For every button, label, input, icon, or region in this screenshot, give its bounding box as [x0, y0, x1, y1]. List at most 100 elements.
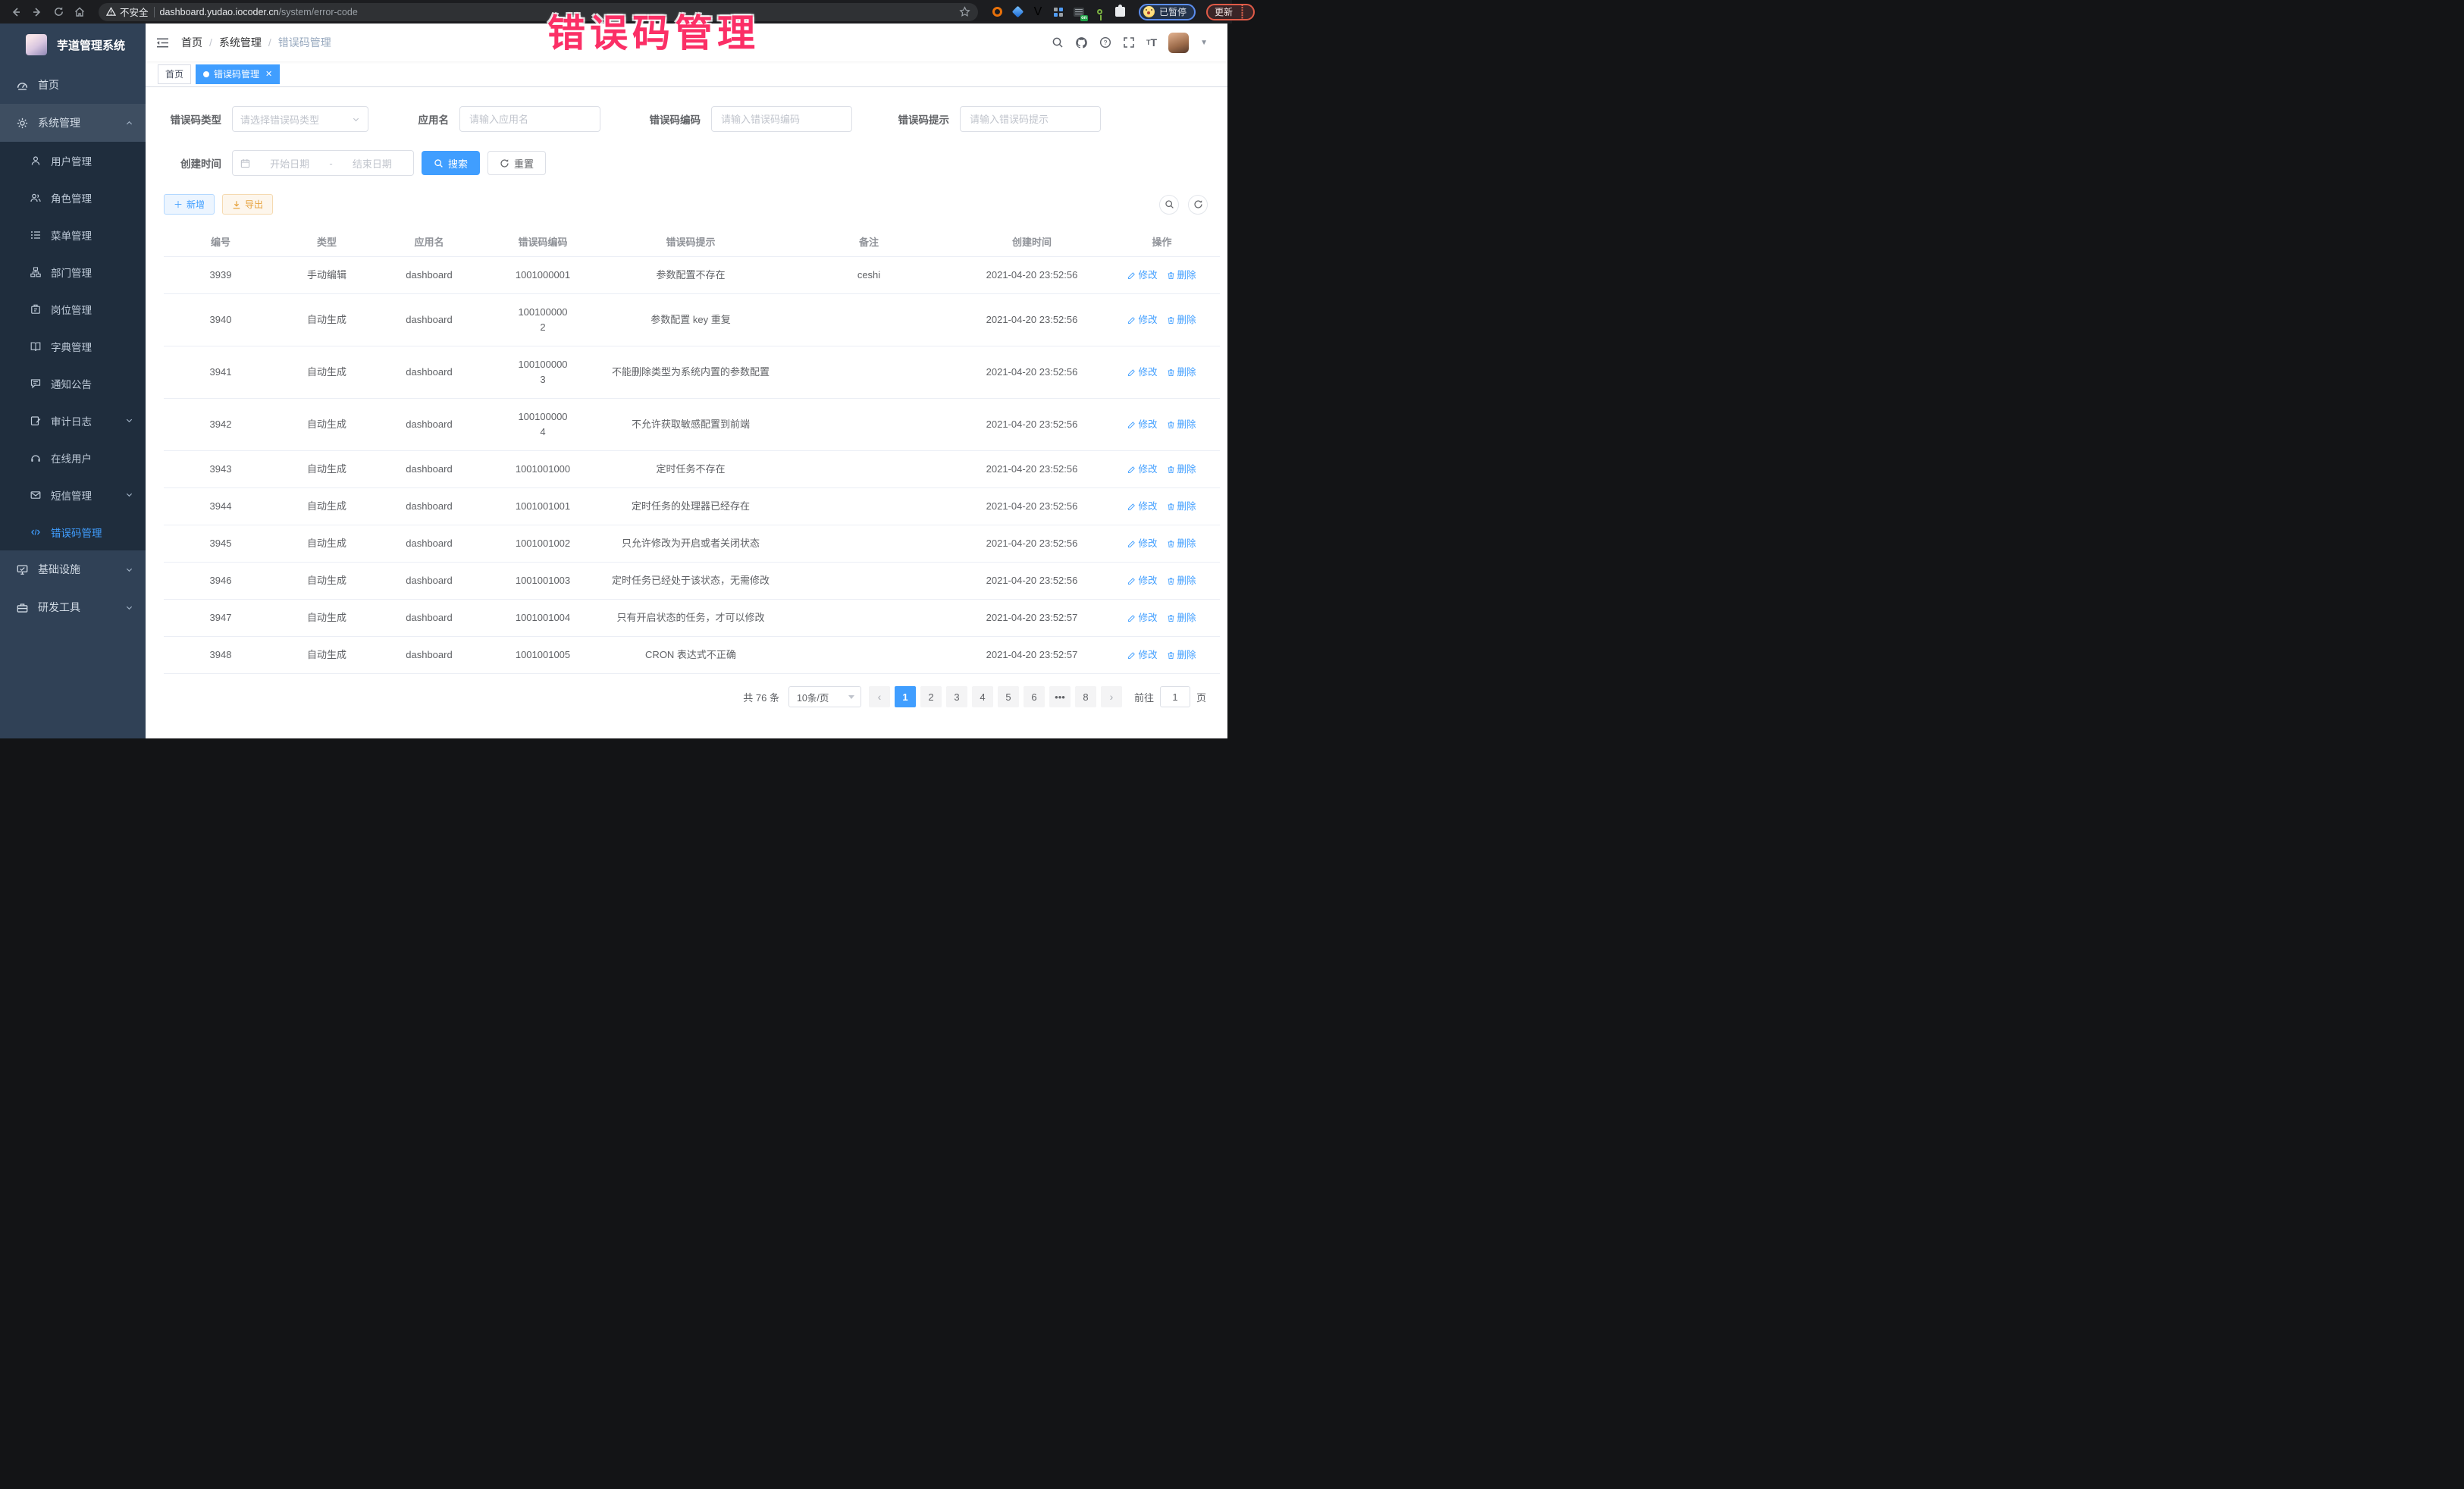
header-search-icon[interactable]	[1052, 36, 1064, 49]
pencil-icon	[1127, 271, 1136, 280]
show-search-icon-button[interactable]	[1159, 195, 1179, 215]
tag-error-code[interactable]: 错误码管理 ✕	[196, 64, 280, 84]
delete-link[interactable]: 删除	[1167, 573, 1196, 588]
user-avatar[interactable]	[1168, 33, 1189, 53]
edit-link[interactable]: 修改	[1127, 462, 1157, 477]
extension-grid-icon[interactable]	[1052, 5, 1065, 19]
sidebar-item-notices[interactable]: 通知公告	[0, 365, 146, 402]
page-size-select[interactable]: 10条/页	[788, 686, 861, 707]
profile-paused-badge[interactable]: 已暂停	[1139, 4, 1196, 20]
bookmark-star-icon[interactable]	[959, 6, 970, 17]
breadcrumb-home[interactable]: 首页	[181, 35, 202, 50]
sidebar-item-online-users[interactable]: 在线用户	[0, 439, 146, 476]
error-code-input[interactable]	[721, 114, 842, 125]
date-start-placeholder[interactable]: 开始日期	[256, 156, 323, 171]
sidebar-item-system[interactable]: 系统管理	[0, 104, 146, 142]
edit-link[interactable]: 修改	[1127, 573, 1157, 588]
sidebar-item-posts[interactable]: 岗位管理	[0, 290, 146, 328]
sidebar-item-home[interactable]: 首页	[0, 66, 146, 104]
cell-time: 2021-04-20 23:52:57	[960, 637, 1104, 673]
edit-link[interactable]: 修改	[1127, 365, 1157, 380]
cell-time: 2021-04-20 23:52:56	[960, 451, 1104, 487]
goto-page-input[interactable]	[1160, 686, 1190, 707]
page-button[interactable]: •••	[1049, 686, 1071, 707]
sidebar-item-sms[interactable]: 短信管理	[0, 476, 146, 513]
fullscreen-icon[interactable]	[1123, 36, 1135, 49]
edit-link[interactable]: 修改	[1127, 312, 1157, 328]
page-button[interactable]: 2	[920, 686, 942, 707]
not-secure-warning[interactable]: 不安全	[106, 5, 149, 19]
page-button[interactable]: 4	[972, 686, 993, 707]
edit-link[interactable]: 修改	[1127, 610, 1157, 625]
date-end-placeholder[interactable]: 结束日期	[339, 156, 406, 171]
edit-link[interactable]: 修改	[1127, 499, 1157, 514]
delete-link[interactable]: 删除	[1167, 536, 1196, 551]
breadcrumb-system[interactable]: 系统管理	[219, 35, 262, 50]
extension-list-icon[interactable]: on	[1072, 5, 1086, 19]
sidebar-item-dev-tools[interactable]: 研发工具	[0, 588, 146, 626]
cell-type: 自动生成	[277, 563, 376, 599]
extensions-puzzle-icon[interactable]	[1113, 5, 1127, 19]
help-icon[interactable]: ?	[1099, 36, 1111, 49]
font-size-icon[interactable]: TT	[1146, 37, 1157, 48]
address-bar[interactable]: 不安全 dashboard.yudao.iocoder.cn/system/er…	[99, 3, 978, 21]
caret-down-icon[interactable]: ▼	[1200, 39, 1208, 47]
sidebar-item-dictionary[interactable]: 字典管理	[0, 328, 146, 365]
prev-page-button[interactable]: ‹	[869, 686, 890, 707]
edit-link[interactable]: 修改	[1127, 417, 1157, 432]
export-button[interactable]: 导出	[222, 194, 273, 215]
delete-link[interactable]: 删除	[1167, 312, 1196, 328]
sidebar-item-departments[interactable]: 部门管理	[0, 253, 146, 290]
app-name-input[interactable]	[469, 114, 591, 125]
cell-remark	[778, 414, 960, 435]
sidebar-item-menus[interactable]: 菜单管理	[0, 216, 146, 253]
sidebar-item-infrastructure[interactable]: 基础设施	[0, 550, 146, 588]
page-button[interactable]: 3	[946, 686, 967, 707]
edit-link[interactable]: 修改	[1127, 268, 1157, 283]
page-button[interactable]: 5	[998, 686, 1019, 707]
delete-link[interactable]: 删除	[1167, 610, 1196, 625]
extension-orange-icon[interactable]	[990, 5, 1004, 19]
delete-link[interactable]: 删除	[1167, 647, 1196, 663]
delete-link[interactable]: 删除	[1167, 268, 1196, 283]
back-icon[interactable]	[8, 4, 24, 20]
next-page-button[interactable]: ›	[1101, 686, 1122, 707]
search-button[interactable]: 搜索	[422, 151, 480, 175]
delete-link[interactable]: 删除	[1167, 417, 1196, 432]
reload-icon[interactable]	[50, 4, 67, 20]
error-type-select[interactable]: 请选择错误码类型	[232, 106, 368, 132]
add-button[interactable]: ＋新增	[164, 194, 215, 215]
extension-gem-icon[interactable]	[1011, 5, 1024, 19]
sidebar-toggle-icon[interactable]	[156, 37, 169, 49]
vue-devtools-icon[interactable]: V	[1031, 5, 1045, 19]
delete-link[interactable]: 删除	[1167, 365, 1196, 380]
sidebar-item-audit-log[interactable]: 审计日志	[0, 402, 146, 439]
tag-home[interactable]: 首页	[158, 64, 191, 84]
sidebar-item-error-code[interactable]: 错误码管理	[0, 513, 146, 550]
pencil-icon	[1127, 503, 1136, 511]
page-button[interactable]: 8	[1075, 686, 1096, 707]
sidebar-item-users[interactable]: 用户管理	[0, 142, 146, 179]
tag-close-icon[interactable]: ✕	[265, 69, 272, 79]
sidebar-item-roles[interactable]: 角色管理	[0, 179, 146, 216]
home-icon[interactable]	[71, 4, 88, 20]
edit-link[interactable]: 修改	[1127, 647, 1157, 663]
github-icon[interactable]	[1075, 36, 1088, 49]
col-time: 创建时间	[960, 227, 1104, 256]
more-menu-icon[interactable]: ⋮⋮	[1238, 5, 1246, 20]
pencil-icon	[1127, 577, 1136, 585]
reset-button[interactable]: 重置	[487, 151, 546, 175]
browser-update-button[interactable]: 更新 ⋮⋮	[1206, 4, 1255, 20]
page-button-active[interactable]: 1	[895, 686, 916, 707]
refresh-table-icon-button[interactable]	[1188, 195, 1208, 215]
delete-link[interactable]: 删除	[1167, 499, 1196, 514]
error-msg-input[interactable]	[970, 114, 1091, 125]
page-button[interactable]: 6	[1024, 686, 1045, 707]
extension-key-icon[interactable]	[1092, 5, 1106, 19]
edit-link[interactable]: 修改	[1127, 536, 1157, 551]
delete-link[interactable]: 删除	[1167, 462, 1196, 477]
plus-icon: ＋	[174, 198, 183, 211]
forward-icon[interactable]	[29, 4, 45, 20]
sidebar-logo[interactable]: 芋道管理系统	[0, 24, 146, 66]
date-range-picker[interactable]: 开始日期 - 结束日期	[232, 150, 414, 176]
